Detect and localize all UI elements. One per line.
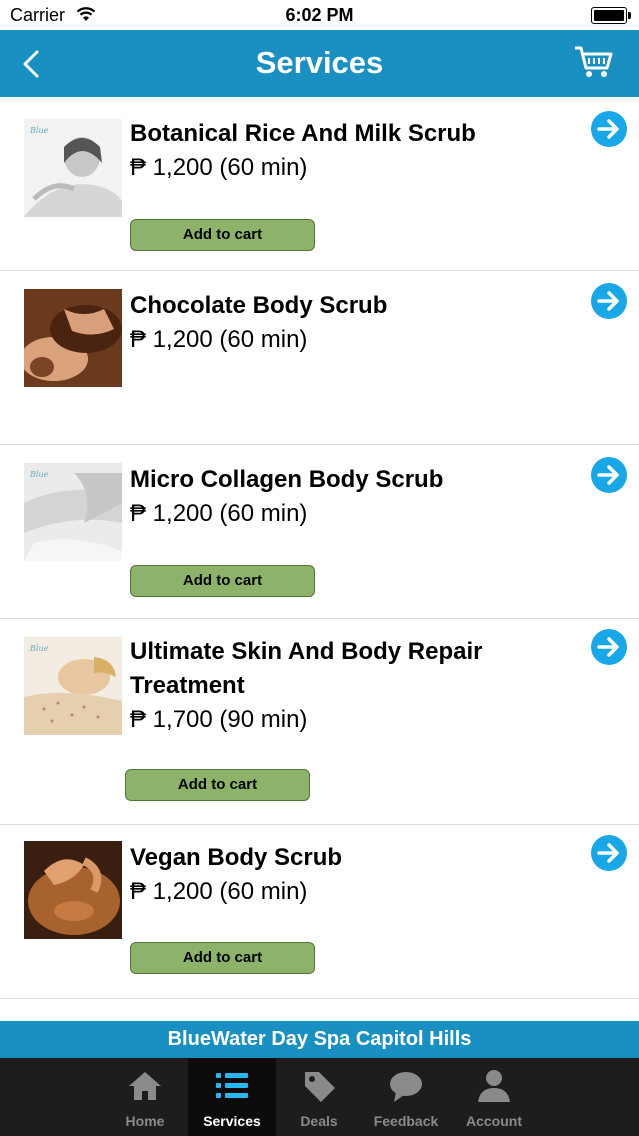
service-item[interactable]: Chocolate Body Scrub ₱ 1,200 (60 min) [0, 271, 639, 445]
spa-name-banner: BlueWater Day Spa Capitol Hills [0, 1021, 639, 1058]
add-to-cart-button[interactable]: Add to cart [130, 942, 315, 974]
tab-home[interactable]: Home [102, 1058, 188, 1136]
status-time: 6:02 PM [285, 5, 354, 25]
status-bar: Carrier 6:02 PM [0, 0, 639, 30]
service-price: ₱ 1,200 (60 min) [130, 154, 308, 181]
page-title: Services [255, 45, 384, 80]
service-price: ₱ 1,200 (60 min) [130, 878, 308, 905]
tag-icon [305, 1072, 335, 1102]
tab-account[interactable]: Account [450, 1058, 538, 1136]
tab-services[interactable]: Services [188, 1058, 276, 1136]
service-thumbnail: Blue [24, 119, 122, 217]
person-icon [478, 1070, 510, 1102]
arrow-right-icon[interactable] [590, 282, 628, 320]
service-item[interactable]: Blue Ultimate Skin And Body Repair Treat… [0, 619, 639, 825]
arrow-right-icon[interactable] [590, 110, 628, 148]
list-icon [216, 1073, 248, 1098]
home-icon [129, 1072, 161, 1100]
service-thumbnail: Blue [24, 637, 122, 735]
service-name: Ultimate Skin And Body Repair Treatment [130, 638, 483, 699]
tab-label: Home [125, 1113, 165, 1129]
svg-text:Blue: Blue [29, 470, 49, 479]
service-price: ₱ 1,200 (60 min) [130, 500, 308, 527]
tab-bar: Home Services Deals Feedback Account [0, 1058, 639, 1136]
tab-label: Account [466, 1113, 522, 1129]
add-to-cart-button[interactable]: Add to cart [130, 565, 315, 597]
add-to-cart-button[interactable]: Add to cart [130, 219, 315, 251]
arrow-right-icon[interactable] [590, 834, 628, 872]
tab-feedback[interactable]: Feedback [362, 1058, 450, 1136]
service-name: Botanical Rice And Milk Scrub [130, 120, 476, 147]
tab-deals[interactable]: Deals [276, 1058, 362, 1136]
service-price: ₱ 1,700 (90 min) [130, 706, 308, 733]
service-name: Vegan Body Scrub [130, 844, 343, 871]
svg-text:Blue: Blue [29, 126, 49, 135]
svg-text:Blue: Blue [29, 644, 49, 653]
service-item[interactable]: Vegan Body Scrub ₱ 1,200 (60 min) Add to… [0, 825, 639, 999]
nav-bar: Services [0, 30, 639, 97]
service-item[interactable]: Blue Micro Collagen Body Scrub ₱ 1,200 (… [0, 445, 639, 619]
service-thumbnail [24, 841, 122, 939]
service-thumbnail: Blue [24, 463, 122, 561]
arrow-right-icon[interactable] [590, 456, 628, 494]
service-name: Chocolate Body Scrub [130, 292, 388, 319]
tab-label: Feedback [373, 1113, 439, 1129]
service-name: Micro Collagen Body Scrub [130, 466, 444, 493]
battery-icon [591, 7, 631, 24]
cart-icon[interactable] [573, 44, 615, 80]
tab-label: Services [203, 1113, 261, 1129]
service-item[interactable]: Blue Botanical Rice And Milk Scrub ₱ 1,2… [0, 97, 639, 271]
speech-bubble-icon [390, 1072, 422, 1102]
service-price: ₱ 1,200 (60 min) [130, 326, 308, 353]
tab-label: Deals [300, 1113, 338, 1129]
service-thumbnail [24, 289, 122, 387]
arrow-right-icon[interactable] [590, 628, 628, 666]
add-to-cart-button[interactable]: Add to cart [125, 769, 310, 801]
